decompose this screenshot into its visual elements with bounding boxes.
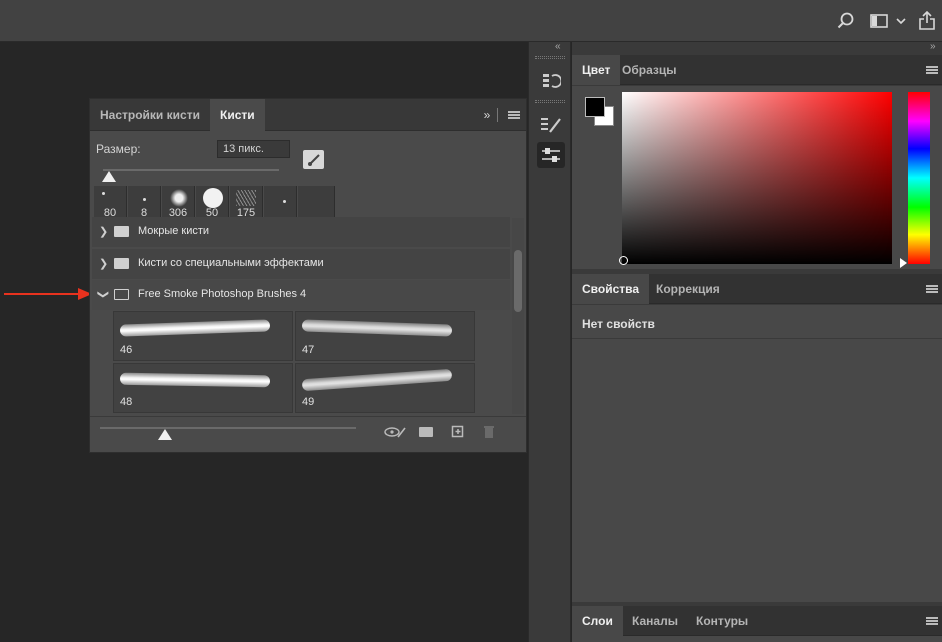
brush-stroke-preview [119, 319, 271, 337]
tab-swatches[interactable]: Образцы [612, 55, 687, 85]
brush-stroke-preview [301, 368, 453, 392]
panel-divider [497, 108, 498, 122]
brushes-panel-tabs: Настройки кисти Кисти » [90, 99, 526, 131]
new-brush-icon[interactable] [450, 424, 466, 440]
preview-size-slider-track[interactable] [100, 427, 356, 429]
workspace-icon[interactable] [868, 10, 890, 32]
preset-thumbnail-icon [236, 190, 256, 206]
brush-stroke-preview [301, 319, 453, 337]
panel-menu-icon[interactable] [508, 111, 520, 119]
brush-preset[interactable]: 8 [128, 186, 161, 220]
folder-icon [114, 258, 129, 269]
tab-channels[interactable]: Каналы [622, 606, 688, 636]
history-icon[interactable] [537, 68, 565, 94]
tab-brushes[interactable]: Кисти [210, 99, 265, 131]
color-picker-marker[interactable] [619, 256, 628, 265]
group-label: Free Smoke Photoshop Brushes 4 [138, 288, 307, 300]
folder-icon [114, 226, 129, 237]
top-bar [0, 0, 942, 42]
panel-menu-icon[interactable] [926, 617, 938, 625]
search-icon[interactable] [835, 10, 857, 32]
brush-number: 46 [120, 344, 133, 356]
chevron-right-icon[interactable]: ❯ [99, 257, 108, 270]
no-properties-text: Нет свойств [582, 317, 655, 331]
tab-brush-settings[interactable]: Настройки кисти [90, 99, 210, 131]
brush-number: 49 [302, 396, 315, 408]
share-icon[interactable] [916, 9, 938, 33]
brush-settings-icon[interactable] [303, 150, 324, 169]
hue-slider-handle[interactable] [900, 258, 907, 268]
brush-preset[interactable] [264, 186, 297, 220]
dock-tool-strip: « [528, 41, 571, 642]
brush-preset[interactable]: 80 [94, 186, 127, 220]
properties-panel-tabs: Свойства Коррекция [572, 274, 942, 304]
color-panel-tabs: Цвет Образцы [572, 55, 942, 85]
preview-size-slider-handle[interactable] [158, 429, 172, 440]
panel-menu-icon[interactable] [926, 285, 938, 293]
brush-group-wet[interactable]: ❯ Мокрые кисти [92, 217, 510, 247]
annotation-arrow-icon [4, 287, 92, 301]
brush-group-smoke[interactable]: ❯ Free Smoke Photoshop Brushes 4 [92, 280, 510, 310]
brush-tip[interactable]: 47 [295, 311, 475, 361]
brushes-scrollbar-track[interactable] [512, 218, 524, 414]
trash-icon[interactable] [481, 424, 497, 440]
size-label: Размер: [96, 142, 141, 156]
brush-preset-empty [298, 186, 335, 220]
folder-open-icon [114, 289, 129, 300]
color-field[interactable] [622, 92, 892, 264]
collapse-dock-icon[interactable]: « [555, 41, 561, 52]
brushes-scrollbar-thumb[interactable] [514, 250, 522, 312]
brush-presets-icon[interactable] [537, 112, 565, 138]
preset-thumbnail-icon [143, 198, 146, 201]
preset-thumbnail-icon [102, 192, 105, 195]
layers-panel-tabs: Слои Каналы Контуры [572, 606, 942, 636]
new-group-folder-icon[interactable] [419, 427, 433, 437]
strip-grip [535, 100, 565, 103]
group-label: Кисти со специальными эффектами [138, 257, 324, 269]
brush-settings-panel-icon[interactable] [537, 142, 565, 168]
panel-menu-icon[interactable] [926, 66, 938, 74]
brush-tip[interactable]: 46 [113, 311, 293, 361]
layers-panel-body [572, 636, 942, 642]
tab-paths[interactable]: Контуры [686, 606, 758, 636]
brush-tip[interactable]: 49 [295, 363, 475, 413]
right-dock: » Цвет Образцы Свойства Коррекция Нет св… [572, 41, 942, 642]
eye-brush-icon[interactable] [383, 424, 407, 440]
chevron-right-icon[interactable]: ❯ [99, 225, 108, 238]
brush-number: 47 [302, 344, 315, 356]
brush-stroke-preview [119, 372, 271, 388]
tab-properties[interactable]: Свойства [572, 274, 650, 304]
strip-grip [535, 56, 565, 59]
collapse-panel-icon[interactable]: » [480, 108, 494, 122]
size-slider-handle[interactable] [102, 171, 116, 182]
size-field[interactable]: 13 пикс. [217, 140, 290, 158]
size-slider-track[interactable] [103, 169, 279, 171]
group-label: Мокрые кисти [138, 225, 210, 237]
brush-number: 48 [120, 396, 133, 408]
foreground-color-swatch[interactable] [585, 97, 605, 117]
brush-tip[interactable]: 48 [113, 363, 293, 413]
hue-slider[interactable] [908, 92, 930, 264]
preset-thumbnail-icon [203, 188, 223, 208]
chevron-down-icon[interactable]: ❯ [97, 290, 110, 299]
expand-dock-icon[interactable]: » [930, 41, 936, 52]
preset-thumbnail-icon [283, 200, 286, 203]
preset-thumbnail-icon [170, 189, 188, 207]
properties-panel-body: Нет свойств [572, 305, 942, 602]
brush-group-special-effects[interactable]: ❯ Кисти со специальными эффектами [92, 249, 510, 279]
chevron-down-icon[interactable] [894, 12, 908, 30]
tab-adjustments[interactable]: Коррекция [646, 274, 730, 304]
tab-layers[interactable]: Слои [572, 606, 623, 636]
